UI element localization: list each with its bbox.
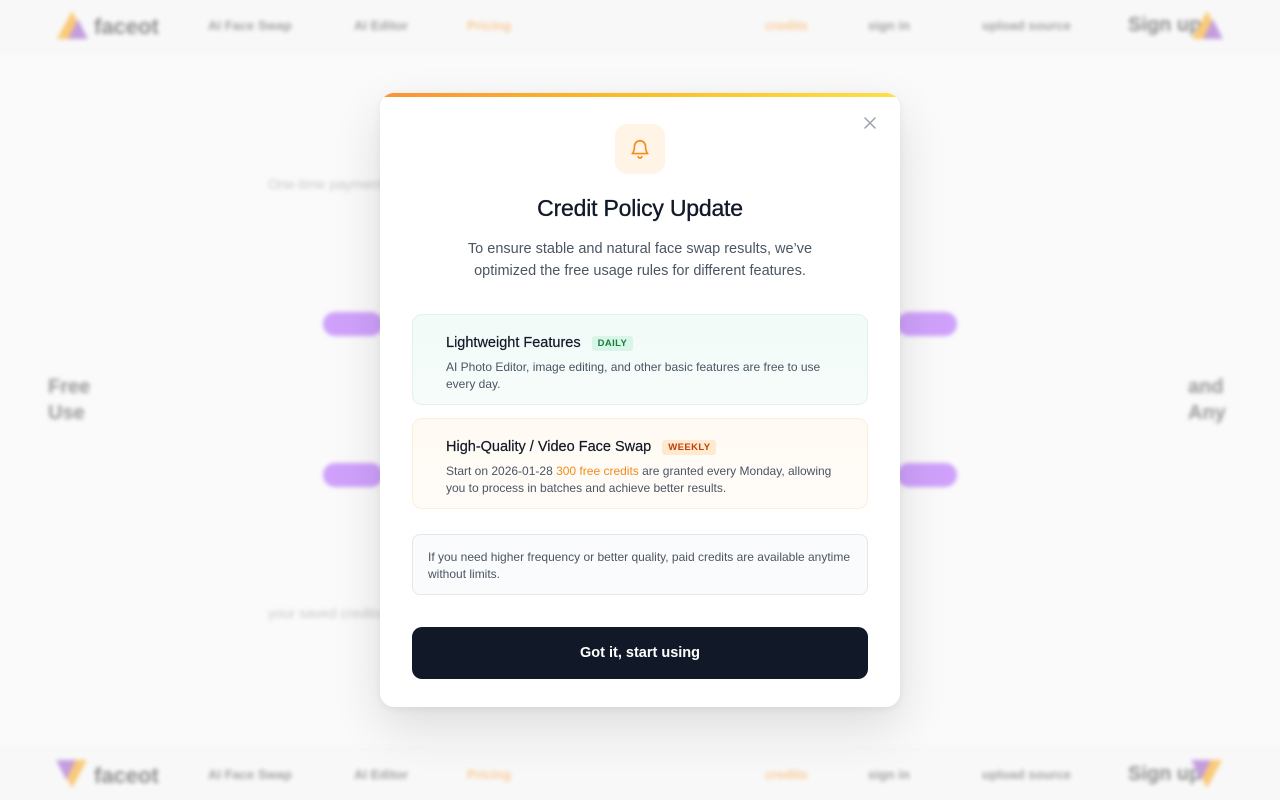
feature-text-prefix: Start on 2026-01-28 [446, 464, 557, 478]
feature-card-daily: Lightweight Features DAILY AI Photo Edit… [412, 314, 868, 405]
feature-description: AI Photo Editor, image editing, and othe… [446, 360, 821, 391]
close-icon [864, 117, 876, 129]
daily-badge: DAILY [591, 335, 634, 351]
weekly-badge: WEEKLY [662, 439, 717, 455]
free-credits-highlight: 300 free credits [556, 464, 639, 478]
credit-policy-modal: Credit Policy Update To ensure stable an… [380, 93, 900, 707]
feature-title: Lightweight Features [446, 335, 581, 351]
modal-title: Credit Policy Update [537, 195, 743, 221]
bell-icon [631, 140, 649, 159]
feature-title: High-Quality / Video Face Swap [446, 439, 652, 455]
modal-accent-bar [380, 93, 900, 97]
feature-card-weekly: High-Quality / Video Face Swap WEEKLY St… [412, 418, 868, 509]
paid-credits-note: If you need higher frequency or better q… [412, 534, 868, 595]
notification-badge [615, 124, 665, 174]
modal-description: To ensure stable and natural face swap r… [467, 241, 813, 279]
got-it-button[interactable]: Got it, start using [412, 627, 868, 679]
close-button[interactable] [860, 113, 880, 133]
feature-description: Start on 2026-01-28 300 free credits are… [446, 463, 835, 496]
